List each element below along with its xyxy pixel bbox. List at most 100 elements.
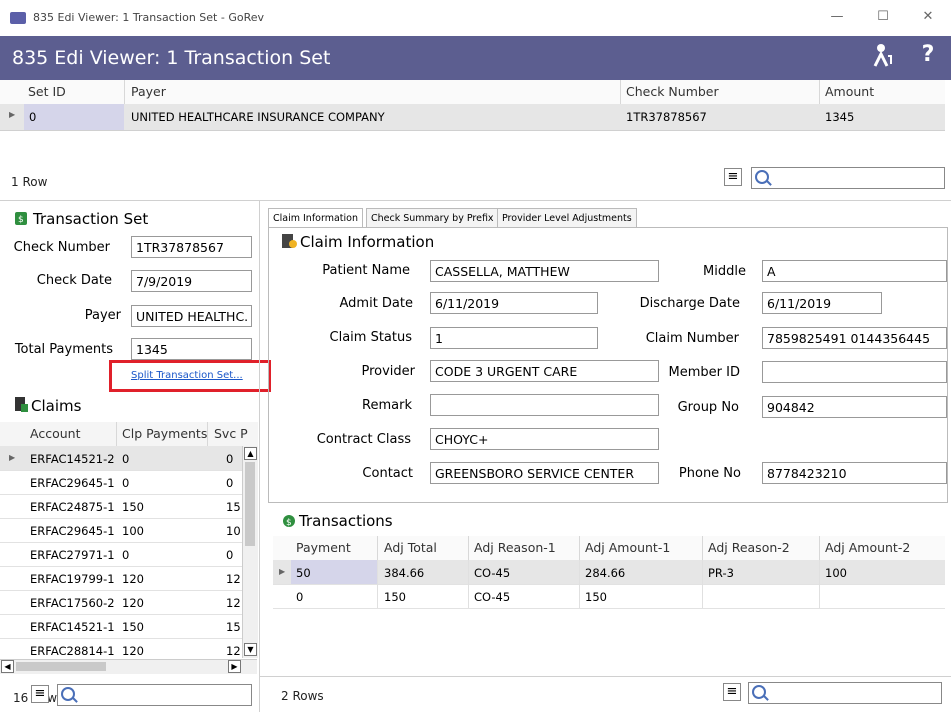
table-cell: 0 xyxy=(226,476,234,490)
menu-icon[interactable]: ≡ xyxy=(31,685,49,703)
col-clp-payments[interactable]: Clp Payments xyxy=(122,426,207,441)
table-row[interactable]: ERFAC14521-1 150 15 xyxy=(0,614,243,639)
transactions-search-input[interactable] xyxy=(748,682,942,704)
table-row[interactable]: ERFAC17560-2 120 12 xyxy=(0,590,243,615)
transactions-row-count: 2 Rows xyxy=(281,689,324,703)
table-cell: ERFAC17560-2 xyxy=(30,596,115,610)
col-svc-payments[interactable]: Svc P xyxy=(214,426,248,441)
member-id-label: Member ID xyxy=(668,365,740,380)
row-indicator-icon: ▶ xyxy=(279,567,286,576)
provider-label: Provider xyxy=(361,364,415,379)
payer-field[interactable]: UNITED HEALTHC. xyxy=(131,305,252,327)
col-adj-reason-2[interactable]: Adj Reason-2 xyxy=(708,540,790,555)
table-row[interactable]: ERFAC19799-1 120 12 xyxy=(0,566,243,591)
claims-search-input[interactable] xyxy=(57,684,252,706)
app-header: 835 Edi Viewer: 1 Transaction Set ? xyxy=(0,36,951,80)
close-button[interactable]: ✕ xyxy=(910,6,946,28)
col-adj-amount-1[interactable]: Adj Amount-1 xyxy=(585,540,670,555)
cell-payer: UNITED HEALTHCARE INSURANCE COMPANY xyxy=(131,110,385,124)
table-row[interactable]: ERFAC27971-1 0 0 xyxy=(0,542,243,567)
check-number-field[interactable]: 1TR37878567 xyxy=(131,236,252,258)
svg-text:$: $ xyxy=(18,215,24,225)
key-user-icon[interactable] xyxy=(869,42,897,74)
discharge-date-field[interactable]: 6/11/2019 xyxy=(762,292,882,314)
check-date-field[interactable]: 7/9/2019 xyxy=(131,270,252,292)
table-row[interactable]: ▶ 0 UNITED HEALTHCARE INSURANCE COMPANY … xyxy=(0,104,945,131)
payer-label: Payer xyxy=(84,308,121,323)
col-payment[interactable]: Payment xyxy=(296,540,351,555)
app-icon xyxy=(10,12,26,24)
col-check-number[interactable]: Check Number xyxy=(626,84,719,99)
table-row[interactable]: ▶ ERFAC14521-2 0 0 xyxy=(0,446,243,471)
admit-date-label: Admit Date xyxy=(339,296,414,311)
tab-provider-adjustments[interactable]: Provider Level Adjustments xyxy=(497,208,637,228)
maximize-button[interactable]: ☐ xyxy=(865,6,901,28)
provider-field[interactable]: CODE 3 URGENT CARE xyxy=(430,360,659,382)
middle-field[interactable]: A xyxy=(762,260,947,282)
claims-icon xyxy=(15,397,28,415)
table-cell: 120 xyxy=(122,572,144,586)
admit-date-field[interactable]: 6/11/2019 xyxy=(430,292,598,314)
help-icon[interactable]: ? xyxy=(914,42,942,67)
table-row[interactable]: 0 150 CO-45 150 xyxy=(273,584,945,609)
contact-field[interactable]: GREENSBORO SERVICE CENTER xyxy=(430,462,659,484)
table-cell: 100 xyxy=(122,524,144,538)
remark-label: Remark xyxy=(362,398,412,413)
claim-number-field[interactable]: 7859825491 0144356445 xyxy=(762,327,947,349)
minimize-button[interactable]: — xyxy=(819,6,855,28)
transactions-icon: $ xyxy=(283,515,295,530)
claims-horizontal-scrollbar[interactable]: ◀ ▶ xyxy=(0,659,257,674)
table-row[interactable]: ERFAC29645-1 0 0 xyxy=(0,470,243,495)
patient-name-field[interactable]: CASSELLA, MATTHEW xyxy=(430,260,659,282)
table-row[interactable]: ERFAC24875-1 150 15 xyxy=(0,494,243,519)
search-icon xyxy=(752,685,766,699)
col-adj-total[interactable]: Adj Total xyxy=(384,540,437,555)
phone-no-field[interactable]: 8778423210 xyxy=(762,462,947,484)
claims-vertical-scrollbar[interactable]: ▲ ▼ xyxy=(242,446,258,658)
table-cell: 15 xyxy=(226,620,241,634)
table-cell: PR-3 xyxy=(708,566,734,580)
split-transaction-link[interactable]: Split Transaction Set... xyxy=(131,370,243,381)
claim-status-field[interactable]: 1 xyxy=(430,327,598,349)
contract-class-field[interactable]: CHOYC+ xyxy=(430,428,659,450)
member-id-field[interactable] xyxy=(762,361,947,383)
scroll-down-button[interactable]: ▼ xyxy=(244,643,257,656)
tab-check-summary[interactable]: Check Summary by Prefix xyxy=(366,208,499,228)
total-payments-field[interactable]: 1345 xyxy=(131,338,252,360)
table-cell: 0 xyxy=(122,476,130,490)
scroll-right-button[interactable]: ▶ xyxy=(228,660,241,673)
table-row[interactable]: ERFAC29645-1 100 10 xyxy=(0,518,243,543)
table-cell: 0 xyxy=(226,452,234,466)
remark-field[interactable] xyxy=(430,394,659,416)
h-scroll-thumb[interactable] xyxy=(16,662,106,671)
scroll-up-button[interactable]: ▲ xyxy=(244,447,257,460)
menu-icon[interactable]: ≡ xyxy=(724,168,742,186)
table-row[interactable]: ▶ 50 384.66 CO-45 284.66 PR-3 100 xyxy=(273,560,945,585)
contact-label: Contact xyxy=(362,466,413,481)
tab-claim-information[interactable]: Claim Information xyxy=(268,208,363,228)
top-grid-header: Set ID Payer Check Number Amount xyxy=(0,80,945,105)
col-account[interactable]: Account xyxy=(30,426,80,441)
table-cell: ERFAC14521-1 xyxy=(30,620,115,634)
dollar-icon: $ xyxy=(15,212,27,228)
col-payer[interactable]: Payer xyxy=(131,84,166,99)
patient-name-label: Patient Name xyxy=(322,263,410,278)
check-number-label: Check Number xyxy=(13,240,110,255)
table-cell: ERFAC27971-1 xyxy=(30,548,115,562)
top-search-input[interactable] xyxy=(751,167,945,189)
col-set-id[interactable]: Set ID xyxy=(28,84,66,99)
transactions-title: Transactions xyxy=(299,512,393,530)
transactions-grid-header: Payment Adj Total Adj Reason-1 Adj Amoun… xyxy=(273,536,945,561)
scroll-left-button[interactable]: ◀ xyxy=(1,660,14,673)
row-indicator-icon: ▶ xyxy=(9,453,16,462)
col-adj-amount-2[interactable]: Adj Amount-2 xyxy=(825,540,910,555)
menu-icon[interactable]: ≡ xyxy=(723,683,741,701)
table-cell: ERFAC19799-1 xyxy=(30,572,115,586)
col-amount[interactable]: Amount xyxy=(825,84,874,99)
table-cell: 0 xyxy=(296,590,304,604)
group-no-field[interactable]: 904842 xyxy=(762,396,947,418)
claim-info-title: Claim Information xyxy=(300,233,435,251)
middle-label: Middle xyxy=(703,264,746,279)
scroll-thumb[interactable] xyxy=(245,462,255,546)
col-adj-reason-1[interactable]: Adj Reason-1 xyxy=(474,540,556,555)
